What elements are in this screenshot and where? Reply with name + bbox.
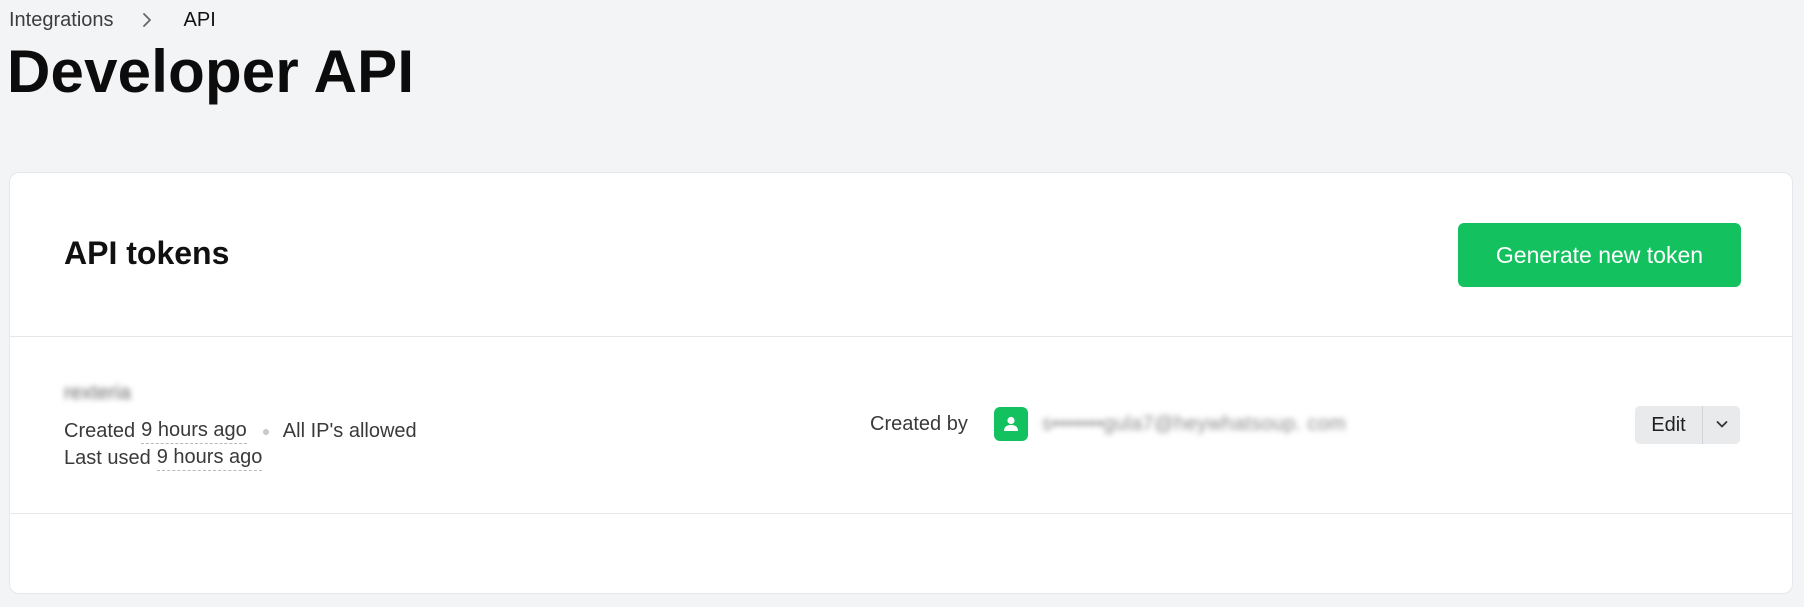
token-name: rexteria <box>64 382 131 404</box>
generate-new-token-button[interactable]: Generate new token <box>1458 223 1741 287</box>
token-meta-created: Created 9 hours ago All IP's allowed <box>64 419 417 444</box>
ip-access-text: All IP's allowed <box>282 420 417 442</box>
token-row: rexteria Created 9 hours ago All IP's al… <box>10 337 1792 514</box>
edit-button[interactable]: Edit <box>1635 406 1702 444</box>
token-actions: Edit <box>1635 406 1740 444</box>
api-tokens-card: API tokens Generate new token rexteria C… <box>9 172 1793 594</box>
user-icon <box>994 407 1028 441</box>
card-title: API tokens <box>64 235 230 271</box>
created-by-label: Created by <box>870 413 968 435</box>
last-used-label: Last used <box>64 447 151 469</box>
creator-email: s•••••••gula7@heywhatsoup. com <box>1042 413 1347 435</box>
token-meta-last-used: Last used 9 hours ago <box>64 446 263 471</box>
breadcrumb: Integrations API <box>9 6 216 34</box>
card-header: API tokens Generate new token <box>10 173 1792 337</box>
created-label: Created <box>64 420 136 442</box>
chevron-right-icon <box>136 10 158 30</box>
created-time: 9 hours ago <box>141 419 247 444</box>
breadcrumb-integrations-link[interactable]: Integrations <box>9 9 114 32</box>
last-used-time: 9 hours ago <box>156 446 263 471</box>
page-title: Developer API <box>7 38 415 105</box>
breadcrumb-current: API <box>183 8 216 31</box>
more-actions-button[interactable] <box>1702 406 1740 444</box>
chevron-down-icon <box>1714 416 1730 435</box>
separator-dot-icon <box>262 428 269 435</box>
